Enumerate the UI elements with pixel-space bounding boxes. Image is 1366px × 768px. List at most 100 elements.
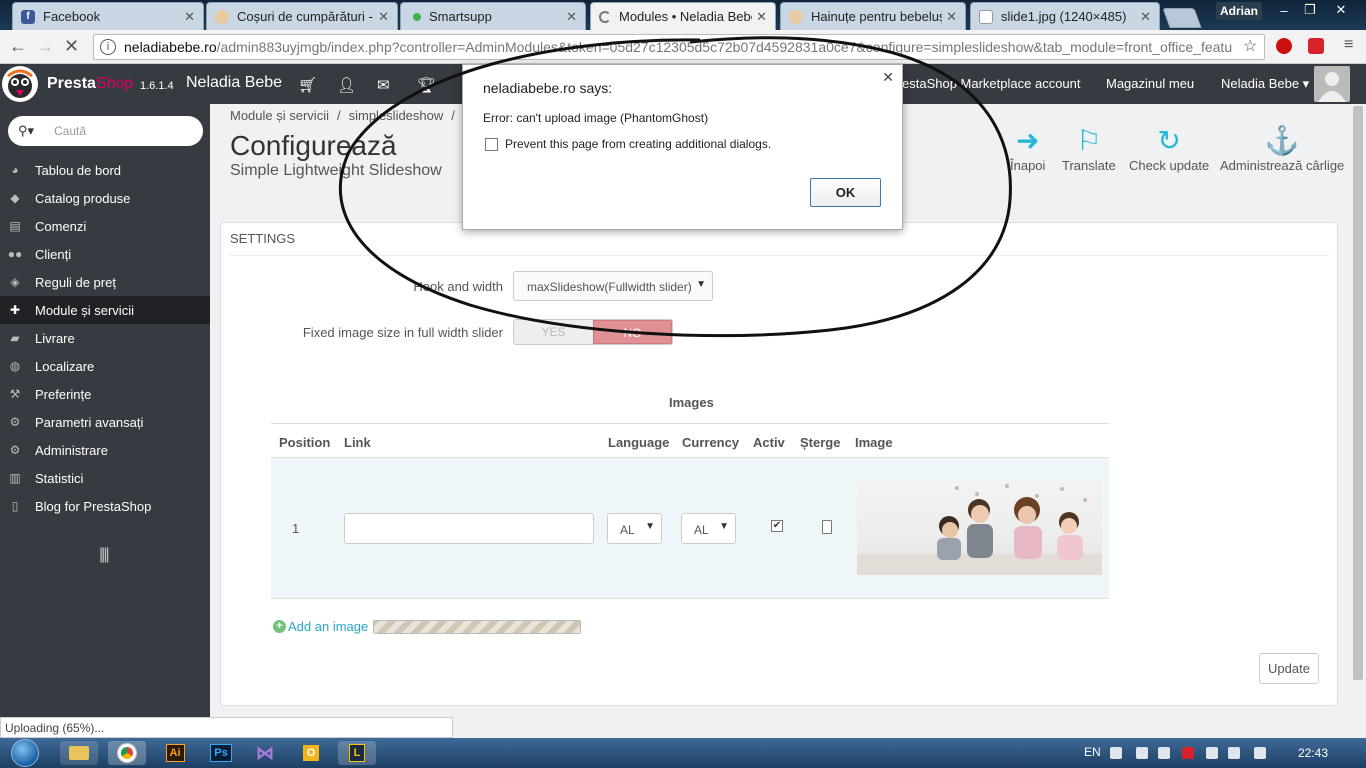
language-select[interactable]: AL ▼ <box>607 513 662 544</box>
store-icon <box>215 9 229 24</box>
sidebar-item-orders[interactable]: ▤ Comenzi <box>0 212 210 240</box>
prevent-dialogs-checkbox[interactable] <box>485 138 498 151</box>
maximize-icon[interactable]: ❐ <box>1296 0 1324 20</box>
search-icon[interactable]: ⚲▾ <box>18 123 34 139</box>
battery-icon[interactable] <box>1206 747 1218 759</box>
shop-name[interactable]: Neladia Bebe <box>186 74 282 92</box>
prestashop-logo[interactable] <box>2 66 38 102</box>
breadcrumb-module[interactable]: simpleslideshow <box>349 108 444 123</box>
close-icon[interactable]: ✕ <box>378 9 389 25</box>
photoshop-icon[interactable]: Ps <box>202 741 240 765</box>
language-indicator[interactable]: EN <box>1084 745 1101 759</box>
sidebar-item-dashboard[interactable]: ◕ Tablou de bord <box>0 156 210 184</box>
hook-select[interactable]: maxSlideshow(Fullwidth slider) ▼ <box>513 271 713 301</box>
network-share-icon[interactable] <box>1158 747 1170 759</box>
close-icon[interactable]: ✕ <box>882 69 894 86</box>
close-icon[interactable]: ✕ <box>756 9 767 25</box>
gear-icon: ⚙ <box>9 443 21 457</box>
new-tab-button[interactable] <box>1162 8 1202 28</box>
explorer-icon[interactable] <box>60 741 98 765</box>
menu-icon[interactable]: ≡ <box>1344 36 1353 54</box>
my-shop-link[interactable]: Magazinul meu <box>1106 76 1194 91</box>
minimize-icon[interactable]: – <box>1270 0 1298 20</box>
tab-title: Modules • Neladia Bebe <box>619 9 753 24</box>
user-menu[interactable]: Neladia Bebe ▾ <box>1221 76 1309 92</box>
address-bar[interactable]: i neladiabebe.ro/admin883uyjmgb/index.ph… <box>93 34 1265 60</box>
envelope-icon[interactable]: ✉ <box>377 76 390 94</box>
sidebar-item-modules[interactable]: ✚ Module și servicii <box>0 296 210 324</box>
close-icon[interactable]: ✕ <box>946 9 957 25</box>
sidebar-item-shipping[interactable]: ▰ Livrare <box>0 324 210 352</box>
trash-icon[interactable] <box>822 520 832 534</box>
breadcrumb-modules[interactable]: Module și servicii <box>230 108 329 123</box>
translate-button[interactable]: ⚐ Translate <box>1062 124 1116 173</box>
close-icon[interactable]: ✕ <box>1140 9 1151 25</box>
back-button[interactable]: ➜ Înapoi <box>1010 124 1045 173</box>
hook-label: Hook and width <box>413 279 503 294</box>
check-update-button[interactable]: ↻ Check update <box>1129 124 1209 173</box>
sidebar-item-blog[interactable]: ▯ Blog for PrestaShop <box>0 492 210 520</box>
l-app-icon[interactable]: L <box>338 741 376 765</box>
active-checkbox[interactable]: ✔ <box>771 520 783 532</box>
sidebar-item-label: Reguli de preț <box>35 274 116 290</box>
signal-icon[interactable] <box>1228 747 1240 759</box>
tab-slide1[interactable]: slide1.jpg (1240×485) ✕ <box>970 2 1160 30</box>
pdf-tray-icon[interactable] <box>1182 747 1194 759</box>
opera-extension-icon[interactable] <box>1276 38 1292 54</box>
sidebar-item-customers[interactable]: ●● Clienți <box>0 240 210 268</box>
close-window-icon[interactable]: ✕ <box>1326 0 1356 20</box>
chrome-icon[interactable] <box>108 741 146 765</box>
fixed-size-toggle[interactable]: YES NO <box>513 319 673 345</box>
star-icon[interactable]: ☆ <box>1243 36 1258 56</box>
tab-modules[interactable]: Modules • Neladia Bebe ✕ <box>590 2 776 30</box>
sidebar-item-administration[interactable]: ⚙ Administrare <box>0 436 210 464</box>
yes-option[interactable]: YES <box>514 320 593 344</box>
tab-cosuri[interactable]: Coșuri de cumpărături - ✕ <box>206 2 398 30</box>
sidebar-item-stats[interactable]: ▥ Statistici <box>0 464 210 492</box>
sidebar-item-catalog[interactable]: ◆ Catalog produse <box>0 184 210 212</box>
close-icon[interactable]: ✕ <box>566 9 577 25</box>
start-button[interactable] <box>5 738 45 768</box>
tab-hainute[interactable]: Hainuțe pentru bebeluși ✕ <box>780 2 966 30</box>
info-icon[interactable]: i <box>100 39 116 55</box>
marketplace-link[interactable]: PrestaShop Marketplace account <box>889 76 1081 91</box>
flag-tray-icon[interactable] <box>1254 747 1266 759</box>
clock[interactable]: 22:43 <box>1298 746 1328 760</box>
sidebar-item-preferences[interactable]: ⚒ Preferințe <box>0 380 210 408</box>
pdf-extension-icon[interactable] <box>1308 38 1324 54</box>
stop-icon[interactable]: ✕ <box>64 36 79 57</box>
prevent-dialogs-label[interactable]: Prevent this page from creating addition… <box>505 137 771 151</box>
ok-button[interactable]: OK <box>810 178 881 207</box>
tray-arrow-icon[interactable] <box>1136 747 1148 759</box>
sidebar-item-price-rules[interactable]: ◈ Reguli de preț <box>0 268 210 296</box>
scrollbar-thumb[interactable] <box>1353 106 1363 680</box>
sidebar-item-label: Preferințe <box>35 386 92 402</box>
no-option[interactable]: NO <box>592 320 672 344</box>
scrollbar[interactable] <box>1350 104 1366 720</box>
manage-hooks-button[interactable]: ⚓ Administrează cârlige <box>1220 124 1344 173</box>
back-icon[interactable]: ← <box>9 36 27 57</box>
avatar[interactable] <box>1314 66 1350 102</box>
sidebar-item-localization[interactable]: ◍ Localizare <box>0 352 210 380</box>
dashboard-icon: ◕ <box>11 163 19 177</box>
cogs-icon: ⚙ <box>9 415 21 429</box>
search-input[interactable]: ⚲▾ Caută <box>8 116 203 146</box>
forward-icon[interactable]: → <box>36 36 54 57</box>
sidebar-item-advanced[interactable]: ⚙ Parametri avansați <box>0 408 210 436</box>
trophy-icon[interactable]: 🏆︎ <box>417 76 436 94</box>
update-button[interactable]: Update <box>1259 653 1319 684</box>
profile-badge[interactable]: Adrian <box>1216 2 1262 20</box>
add-image-button[interactable]: + Add an image <box>273 619 368 634</box>
link-input[interactable] <box>344 513 594 544</box>
illustrator-icon[interactable]: Ai <box>156 741 194 765</box>
outlook-icon[interactable]: O <box>292 741 330 765</box>
collapse-sidebar-icon[interactable]: |||| <box>99 546 110 564</box>
visual-studio-icon[interactable]: ⋈ <box>246 741 284 765</box>
user-icon[interactable]: 👤︎ <box>337 76 356 94</box>
close-icon[interactable]: ✕ <box>184 9 195 25</box>
tab-facebook[interactable]: f Facebook ✕ <box>12 2 204 30</box>
tab-smartsupp[interactable]: Smartsupp ✕ <box>400 2 586 30</box>
currency-select[interactable]: AL ▼ <box>681 513 736 544</box>
keyboard-icon[interactable] <box>1110 747 1122 759</box>
cart-icon[interactable]: 🛒︎ <box>298 76 317 94</box>
